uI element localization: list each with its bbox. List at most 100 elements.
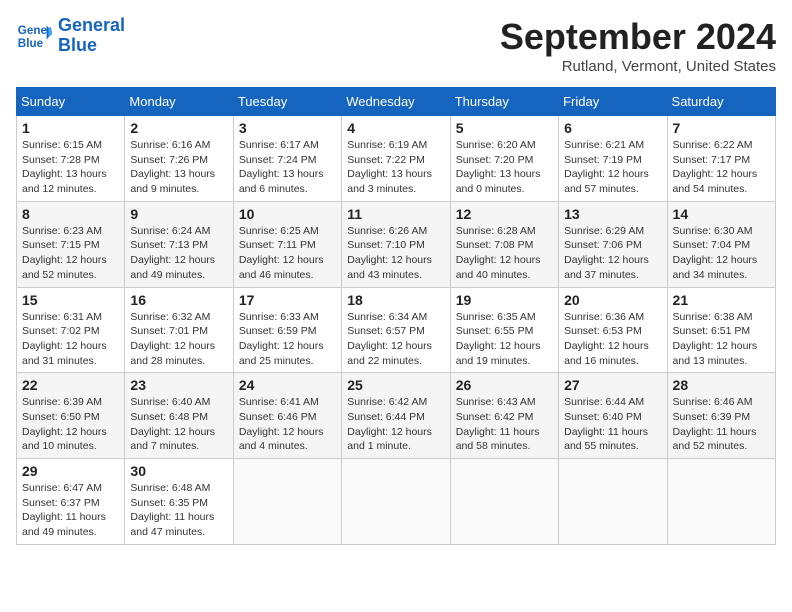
day-info: Sunrise: 6:31 AMSunset: 7:02 PMDaylight:… <box>22 310 119 369</box>
day-info: Sunrise: 6:21 AMSunset: 7:19 PMDaylight:… <box>564 138 661 197</box>
logo-text: General Blue <box>58 16 125 56</box>
day-info: Sunrise: 6:40 AMSunset: 6:48 PMDaylight:… <box>130 395 227 454</box>
logo: General Blue General Blue <box>16 16 125 56</box>
day-info: Sunrise: 6:33 AMSunset: 6:59 PMDaylight:… <box>239 310 336 369</box>
day-info: Sunrise: 6:22 AMSunset: 7:17 PMDaylight:… <box>673 138 770 197</box>
calendar-cell: 20Sunrise: 6:36 AMSunset: 6:53 PMDayligh… <box>559 287 667 373</box>
calendar-cell: 22 Sunrise: 6:39 AMSunset: 6:50 PMDayligh… <box>17 373 125 459</box>
day-info: Sunrise: 6:41 AMSunset: 6:46 PMDaylight:… <box>239 395 336 454</box>
calendar-cell: 24 Sunrise: 6:41 AMSunset: 6:46 PMDayligh… <box>233 373 341 459</box>
day-number: 28 <box>673 377 770 393</box>
calendar-cell <box>233 459 341 545</box>
calendar-cell: 13 Sunrise: 6:29 AMSunset: 7:06 PMDayligh… <box>559 201 667 287</box>
day-number: 25 <box>347 377 444 393</box>
day-info: Sunrise: 6:25 AMSunset: 7:11 PMDaylight:… <box>239 224 336 283</box>
day-number: 17 <box>239 292 336 308</box>
calendar-cell: 25Sunrise: 6:42 AMSunset: 6:44 PMDayligh… <box>342 373 450 459</box>
week-row-5: 29 Sunrise: 6:47 AMSunset: 6:37 PMDayligh… <box>17 459 776 545</box>
day-info: Sunrise: 6:34 AMSunset: 6:57 PMDaylight:… <box>347 310 444 369</box>
day-number: 29 <box>22 463 119 479</box>
day-info: Sunrise: 6:24 AMSunset: 7:13 PMDaylight:… <box>130 224 227 283</box>
day-number: 11 <box>347 206 444 222</box>
day-number: 1 <box>22 120 119 136</box>
day-number: 30 <box>130 463 227 479</box>
page-header: General Blue General Blue September 2024… <box>16 16 776 75</box>
calendar-cell: 28Sunrise: 6:46 AMSunset: 6:39 PMDayligh… <box>667 373 775 459</box>
calendar-cell: 30 Sunrise: 6:48 AMSunset: 6:35 PMDayligh… <box>125 459 233 545</box>
month-title: September 2024 <box>500 16 776 58</box>
logo-line1: General <box>58 16 125 36</box>
day-number: 14 <box>673 206 770 222</box>
calendar-header: SundayMondayTuesdayWednesdayThursdayFrid… <box>17 88 776 116</box>
calendar-cell: 21 Sunrise: 6:38 AMSunset: 6:51 PMDayligh… <box>667 287 775 373</box>
day-info: Sunrise: 6:39 AMSunset: 6:50 PMDaylight:… <box>22 395 119 454</box>
day-number: 2 <box>130 120 227 136</box>
day-info: Sunrise: 6:28 AMSunset: 7:08 PMDaylight:… <box>456 224 553 283</box>
day-info: Sunrise: 6:48 AMSunset: 6:35 PMDaylight:… <box>130 481 227 540</box>
logo-icon: General Blue <box>16 18 52 54</box>
calendar-cell: 23Sunrise: 6:40 AMSunset: 6:48 PMDayligh… <box>125 373 233 459</box>
day-number: 6 <box>564 120 661 136</box>
day-number: 15 <box>22 292 119 308</box>
svg-text:Blue: Blue <box>18 37 44 50</box>
calendar-cell: 6 Sunrise: 6:21 AMSunset: 7:19 PMDaylight… <box>559 116 667 202</box>
calendar-cell: 19 Sunrise: 6:35 AMSunset: 6:55 PMDayligh… <box>450 287 558 373</box>
day-number: 3 <box>239 120 336 136</box>
calendar-cell: 15 Sunrise: 6:31 AMSunset: 7:02 PMDayligh… <box>17 287 125 373</box>
day-number: 4 <box>347 120 444 136</box>
day-info: Sunrise: 6:17 AMSunset: 7:24 PMDaylight:… <box>239 138 336 197</box>
calendar-cell: 26Sunrise: 6:43 AMSunset: 6:42 PMDayligh… <box>450 373 558 459</box>
calendar-cell <box>450 459 558 545</box>
day-number: 7 <box>673 120 770 136</box>
location-subtitle: Rutland, Vermont, United States <box>500 58 776 75</box>
calendar-cell: 1 Sunrise: 6:15 AMSunset: 7:28 PMDaylight… <box>17 116 125 202</box>
header-thursday: Thursday <box>450 88 558 116</box>
day-number: 16 <box>130 292 227 308</box>
header-row: SundayMondayTuesdayWednesdayThursdayFrid… <box>17 88 776 116</box>
day-info: Sunrise: 6:35 AMSunset: 6:55 PMDaylight:… <box>456 310 553 369</box>
header-friday: Friday <box>559 88 667 116</box>
day-info: Sunrise: 6:44 AMSunset: 6:40 PMDaylight:… <box>564 395 661 454</box>
week-row-3: 15 Sunrise: 6:31 AMSunset: 7:02 PMDayligh… <box>17 287 776 373</box>
day-info: Sunrise: 6:47 AMSunset: 6:37 PMDaylight:… <box>22 481 119 540</box>
header-saturday: Saturday <box>667 88 775 116</box>
calendar-cell: 10 Sunrise: 6:25 AMSunset: 7:11 PMDayligh… <box>233 201 341 287</box>
day-number: 22 <box>22 377 119 393</box>
header-tuesday: Tuesday <box>233 88 341 116</box>
day-number: 8 <box>22 206 119 222</box>
day-number: 19 <box>456 292 553 308</box>
day-info: Sunrise: 6:38 AMSunset: 6:51 PMDaylight:… <box>673 310 770 369</box>
day-info: Sunrise: 6:16 AMSunset: 7:26 PMDaylight:… <box>130 138 227 197</box>
calendar-cell: 5Sunrise: 6:20 AMSunset: 7:20 PMDaylight… <box>450 116 558 202</box>
day-number: 9 <box>130 206 227 222</box>
day-info: Sunrise: 6:32 AMSunset: 7:01 PMDaylight:… <box>130 310 227 369</box>
day-info: Sunrise: 6:29 AMSunset: 7:06 PMDaylight:… <box>564 224 661 283</box>
calendar-cell: 27Sunrise: 6:44 AMSunset: 6:40 PMDayligh… <box>559 373 667 459</box>
calendar-cell: 9 Sunrise: 6:24 AMSunset: 7:13 PMDaylight… <box>125 201 233 287</box>
day-number: 21 <box>673 292 770 308</box>
day-info: Sunrise: 6:43 AMSunset: 6:42 PMDaylight:… <box>456 395 553 454</box>
calendar-body: 1 Sunrise: 6:15 AMSunset: 7:28 PMDaylight… <box>17 116 776 545</box>
day-number: 24 <box>239 377 336 393</box>
day-number: 13 <box>564 206 661 222</box>
logo-line2: Blue <box>58 36 125 56</box>
week-row-4: 22 Sunrise: 6:39 AMSunset: 6:50 PMDayligh… <box>17 373 776 459</box>
day-info: Sunrise: 6:30 AMSunset: 7:04 PMDaylight:… <box>673 224 770 283</box>
calendar-cell: 3 Sunrise: 6:17 AMSunset: 7:24 PMDaylight… <box>233 116 341 202</box>
calendar-cell: 14 Sunrise: 6:30 AMSunset: 7:04 PMDayligh… <box>667 201 775 287</box>
calendar-cell: 7 Sunrise: 6:22 AMSunset: 7:17 PMDaylight… <box>667 116 775 202</box>
calendar-cell: 16 Sunrise: 6:32 AMSunset: 7:01 PMDayligh… <box>125 287 233 373</box>
calendar-cell <box>667 459 775 545</box>
day-info: Sunrise: 6:23 AMSunset: 7:15 PMDaylight:… <box>22 224 119 283</box>
day-info: Sunrise: 6:26 AMSunset: 7:10 PMDaylight:… <box>347 224 444 283</box>
calendar-cell: 17 Sunrise: 6:33 AMSunset: 6:59 PMDayligh… <box>233 287 341 373</box>
day-info: Sunrise: 6:15 AMSunset: 7:28 PMDaylight:… <box>22 138 119 197</box>
day-number: 20 <box>564 292 661 308</box>
calendar-cell: 8 Sunrise: 6:23 AMSunset: 7:15 PMDaylight… <box>17 201 125 287</box>
calendar-cell: 12 Sunrise: 6:28 AMSunset: 7:08 PMDayligh… <box>450 201 558 287</box>
day-number: 10 <box>239 206 336 222</box>
calendar-cell: 2 Sunrise: 6:16 AMSunset: 7:26 PMDaylight… <box>125 116 233 202</box>
day-number: 12 <box>456 206 553 222</box>
title-section: September 2024 Rutland, Vermont, United … <box>500 16 776 75</box>
calendar-cell: 11 Sunrise: 6:26 AMSunset: 7:10 PMDayligh… <box>342 201 450 287</box>
